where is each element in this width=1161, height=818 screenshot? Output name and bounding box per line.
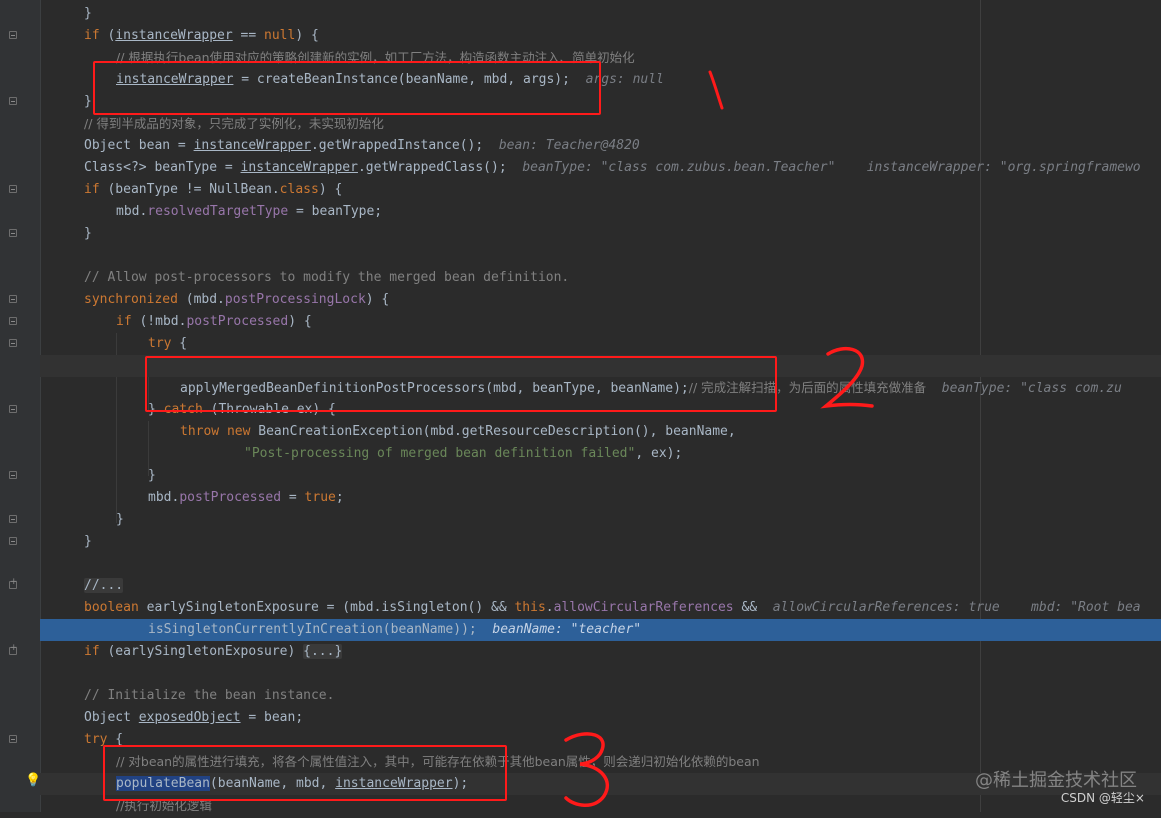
- fold-toggle-icon[interactable]: [9, 537, 17, 545]
- code-line: if (!mbd.postProcessed) {: [116, 314, 312, 329]
- code-line: if (earlySingletonExposure) {...}: [84, 644, 343, 659]
- code-line: }: [148, 468, 156, 483]
- selected-word: populateBean: [116, 776, 210, 791]
- fold-expand-icon[interactable]: [9, 577, 18, 589]
- debug-inline-value: beanName: "teacher": [492, 622, 642, 637]
- fold-toggle-icon[interactable]: [9, 317, 17, 325]
- code-line: [40, 355, 1161, 377]
- fold-toggle-icon[interactable]: [9, 405, 17, 413]
- code-line: "Post-processing of merged bean definiti…: [244, 446, 683, 461]
- fold-toggle-icon[interactable]: [9, 229, 17, 237]
- code-line: Object bean = instanceWrapper.getWrapped…: [84, 138, 640, 153]
- code-comment-line: // 根据执行bean使用对应的策略创建新的实例，如工厂方法，构造函数主动注入、…: [116, 50, 635, 65]
- debug-inline-value: allowCircularReferences: true mbd: "Root…: [772, 600, 1141, 615]
- fold-toggle-icon[interactable]: [9, 735, 17, 743]
- folded-comment-line[interactable]: //...: [40, 575, 1161, 597]
- lightbulb-icon[interactable]: 💡: [25, 773, 41, 788]
- debug-inline-value: beanType: "class com.zu: [941, 381, 1122, 396]
- code-line: try {: [84, 732, 124, 747]
- csdn-watermark: CSDN @轻尘×: [1060, 791, 1145, 805]
- editor-gutter: [0, 0, 41, 812]
- fold-toggle-icon[interactable]: [9, 185, 17, 193]
- code-line: }: [84, 226, 92, 241]
- debug-inline-value: bean: Teacher@4820: [498, 138, 640, 153]
- code-line: }: [84, 6, 92, 21]
- fold-toggle-icon[interactable]: [9, 97, 17, 105]
- code-line: if (instanceWrapper == null) {: [84, 28, 319, 43]
- code-line: Object exposedObject = bean;: [84, 710, 304, 725]
- current-execution-line: isSingletonCurrentlyInCreation(beanName)…: [40, 619, 1161, 641]
- code-line: mbd.resolvedTargetType = beanType;: [116, 204, 383, 219]
- code-comment-line: // Initialize the bean instance.: [84, 688, 335, 703]
- code-line: boolean earlySingletonExposure = (mbd.is…: [84, 600, 1141, 615]
- code-line: instanceWrapper = createBeanInstance(bea…: [116, 72, 664, 87]
- code-line: throw new BeanCreationException(mbd.getR…: [180, 424, 736, 439]
- code-line: if (beanType != NullBean.class) {: [84, 182, 343, 197]
- code-line: synchronized (mbd.postProcessingLock) {: [84, 292, 390, 307]
- code-line: }: [116, 512, 124, 527]
- code-comment-line: //执行初始化逻辑: [116, 798, 212, 813]
- code-line: }: [84, 94, 92, 109]
- code-comment-line: // Allow post-processors to modify the m…: [84, 270, 570, 285]
- fold-toggle-icon[interactable]: [9, 295, 17, 303]
- fold-expand-icon[interactable]: [9, 643, 18, 655]
- fold-toggle-icon[interactable]: [9, 339, 17, 347]
- fold-toggle-icon[interactable]: [9, 31, 17, 39]
- code-line: }: [84, 534, 92, 549]
- code-line: } catch (Throwable ex) {: [148, 402, 336, 417]
- fold-toggle-icon[interactable]: [9, 471, 17, 479]
- code-line: Class<?> beanType = instanceWrapper.getW…: [84, 160, 1141, 175]
- debug-inline-value: beanType: "class com.zubus.bean.Teacher"…: [522, 160, 1141, 175]
- fold-toggle-icon[interactable]: [9, 515, 17, 523]
- code-line: mbd.postProcessed = true;: [148, 490, 344, 505]
- debug-inline-value: args: null: [585, 72, 664, 87]
- folded-block[interactable]: {...}: [303, 644, 343, 659]
- code-line: try {: [148, 336, 188, 351]
- code-comment-line: // 得到半成品的对象，只完成了实例化，未实现初始化: [84, 116, 384, 131]
- code-line: applyMergedBeanDefinitionPostProcessors(…: [180, 380, 1122, 396]
